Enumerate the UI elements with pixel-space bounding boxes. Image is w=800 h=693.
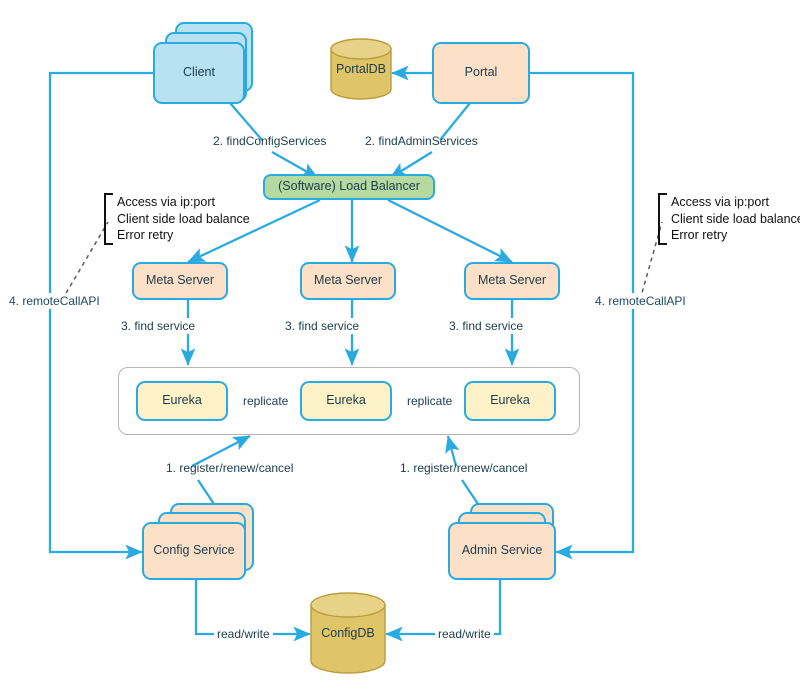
node-meta-server-3-label: Meta Server <box>477 273 547 288</box>
edge-label-remote-call-right: 4. remoteCallAPI <box>592 293 689 309</box>
node-config-service[interactable]: Config Service <box>142 522 246 580</box>
node-meta-server-1[interactable]: Meta Server <box>132 262 228 300</box>
connector-layer <box>48 65 663 642</box>
annotation-right: Access via ip:port Client side load bala… <box>658 193 800 245</box>
edge-label-read-write-left: read/write <box>214 627 273 641</box>
node-configdb[interactable]: ConfigDB <box>310 592 386 674</box>
annotation-left-line3: Error retry <box>117 228 174 242</box>
annotation-left-brace <box>104 193 113 245</box>
node-load-balancer[interactable]: (Software) Load Balancer <box>263 174 435 200</box>
annotation-right-brace <box>658 193 667 245</box>
node-config-service-label: Config Service <box>153 543 235 558</box>
edge-label-replicate-2: replicate <box>404 394 456 408</box>
node-eureka-2[interactable]: Eureka <box>300 381 392 421</box>
node-eureka-3-label: Eureka <box>490 393 530 408</box>
edge-label-find-service-1: 3. find service <box>121 319 196 333</box>
node-meta-server-2[interactable]: Meta Server <box>300 262 396 300</box>
node-configdb-label: ConfigDB <box>321 626 375 640</box>
node-admin-service[interactable]: Admin Service <box>448 522 556 580</box>
edge-label-read-write-right: read/write <box>435 627 494 641</box>
edge-label-find-config-services: 2. findConfigServices <box>213 134 327 148</box>
edge-label-find-service-3: 3. find service <box>449 319 524 333</box>
node-load-balancer-label: (Software) Load Balancer <box>278 179 420 194</box>
annotation-right-text: Access via ip:port Client side load bala… <box>671 193 800 245</box>
node-client-label: Client <box>183 65 215 80</box>
edge-label-find-service-2: 3. find service <box>285 319 360 333</box>
annotation-right-line2: Client side load balance <box>671 211 800 226</box>
annotation-right-line1: Access via ip:port <box>671 195 769 209</box>
edge-label-register-left: 1. register/renew/cancel <box>166 461 294 475</box>
annotation-left-text: Access via ip:port Client side load bala… <box>117 193 250 245</box>
node-meta-server-2-label: Meta Server <box>313 273 383 288</box>
node-admin-service-label: Admin Service <box>461 543 543 558</box>
node-client[interactable]: Client <box>153 42 245 104</box>
annotation-left-line2: Client side load balance <box>117 211 250 226</box>
edge-label-register-right: 1. register/renew/cancel <box>400 461 528 475</box>
annotation-left: Access via ip:port Client side load bala… <box>104 193 250 245</box>
node-eureka-1[interactable]: Eureka <box>136 381 228 421</box>
edge-label-find-admin-services: 2. findAdminServices <box>365 134 478 148</box>
node-eureka-2-label: Eureka <box>326 393 366 408</box>
architecture-diagram-canvas: Client Portal PortalDB (Software) Load B… <box>0 0 800 693</box>
node-eureka-3[interactable]: Eureka <box>464 381 556 421</box>
node-meta-server-3[interactable]: Meta Server <box>464 262 560 300</box>
node-portal-label: Portal <box>464 65 498 80</box>
edge-label-replicate-1: replicate <box>240 394 292 408</box>
edge-label-remote-call-left: 4. remoteCallAPI <box>6 293 103 309</box>
node-eureka-1-label: Eureka <box>162 393 202 408</box>
node-portal[interactable]: Portal <box>432 42 530 104</box>
annotation-left-line1: Access via ip:port <box>117 195 215 209</box>
annotation-right-line3: Error retry <box>671 228 728 242</box>
node-meta-server-1-label: Meta Server <box>145 273 215 288</box>
node-portaldb-label: PortalDB <box>335 62 387 76</box>
node-portaldb[interactable]: PortalDB <box>330 38 392 100</box>
